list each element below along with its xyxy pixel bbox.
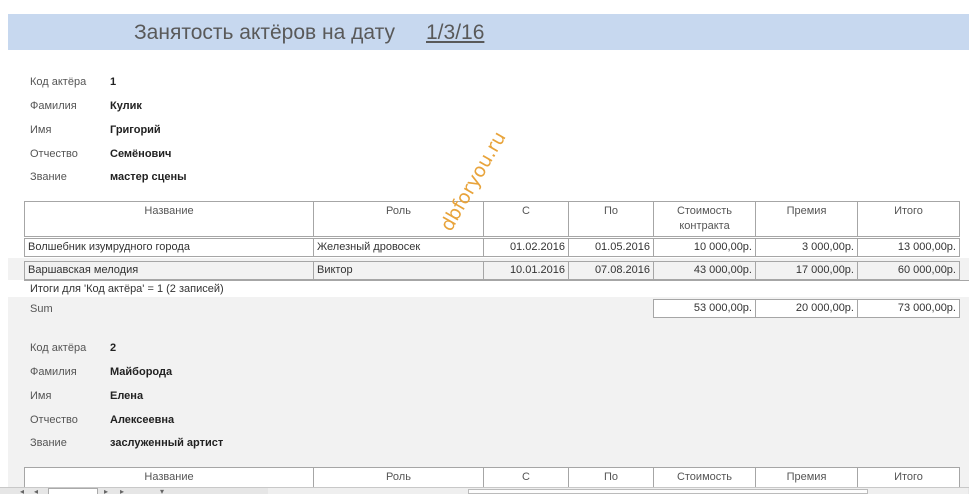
col-header-bonus: Премия [755, 201, 858, 237]
rank-value: заслуженный артист [110, 437, 224, 449]
col-header-total: Итого [857, 201, 960, 237]
sum-bonus: 20 000,00р. [755, 299, 858, 318]
table-cell-role: Железный дровосек [313, 238, 484, 257]
first-name-label: Имя [30, 390, 52, 402]
sum-total: 73 000,00р. [857, 299, 960, 318]
record-navigation-bar: ◂ ◂ ▸ ▸ ▾ [0, 487, 969, 494]
table-cell-cost: 43 000,00р. [653, 261, 756, 280]
rank-value: мастер сцены [110, 171, 187, 183]
rank-label: Звание [30, 171, 67, 183]
previous-record-icon[interactable]: ◂ [34, 488, 38, 494]
col-header-name: Название [24, 201, 314, 237]
sum-cost: 53 000,00р. [653, 299, 756, 318]
table-cell-from: 01.02.2016 [483, 238, 569, 257]
last-name-label: Фамилия [30, 100, 77, 112]
table-cell-bonus: 3 000,00р. [755, 238, 858, 257]
table-cell-name: Варшавская мелодия [24, 261, 314, 280]
actor1-code-row: Код актёра 1 [30, 76, 330, 92]
group-summary-text: Итоги для 'Код актёра' = 1 (2 записей) [30, 283, 224, 295]
table-cell-to: 01.05.2016 [568, 238, 654, 257]
actor1-patronymic-row: Отчество Семёнович [30, 148, 330, 164]
first-name-label: Имя [30, 124, 52, 136]
actor-code-value: 1 [110, 76, 117, 88]
col-header-name: Название [24, 467, 314, 489]
sum-label: Sum [30, 303, 53, 315]
actor2-rank-row: Звание заслуженный артист [30, 437, 330, 453]
table-cell-bonus: 17 000,00р. [755, 261, 858, 280]
table-cell-total: 13 000,00р. [857, 238, 960, 257]
actor2-firstname-row: Имя Елена [30, 390, 330, 406]
actor-code-label: Код актёра [30, 342, 87, 354]
col-header-to: По [568, 201, 654, 237]
actor-code-label: Код актёра [30, 76, 87, 88]
report-date: 1/3/16 [426, 21, 485, 44]
actor2-patronymic-row: Отчество Алексеевна [30, 414, 330, 430]
col-header-total: Итого [857, 467, 960, 489]
next-record-icon[interactable]: ▸ [104, 488, 108, 494]
patronymic-label: Отчество [30, 414, 78, 426]
col-header-cost: Стоимость [653, 467, 756, 489]
patronymic-label: Отчество [30, 148, 78, 160]
report-header: Занятость актёров на дату 1/3/16 [8, 14, 969, 50]
rank-label: Звание [30, 437, 67, 449]
table-cell-cost: 10 000,00р. [653, 238, 756, 257]
table-cell-role: Виктор [313, 261, 484, 280]
col-header-cost: Стоимость контракта [653, 201, 756, 237]
table-cell-from: 10.01.2016 [483, 261, 569, 280]
horizontal-scrollbar[interactable] [268, 488, 968, 494]
first-name-value: Елена [110, 390, 144, 402]
actor-code-value: 2 [110, 342, 117, 354]
actor1-rank-row: Звание мастер сцены [30, 171, 330, 187]
report-title: Занятость актёров на дату [134, 21, 395, 44]
actor2-lastname-row: Фамилия Майборода [30, 366, 330, 382]
last-record-icon[interactable]: ▸ [120, 488, 124, 494]
col-header-role: Роль [313, 467, 484, 489]
filter-icon[interactable]: ▾ [160, 488, 164, 494]
table-cell-to: 07.08.2016 [568, 261, 654, 280]
col-header-from: С [483, 467, 569, 489]
actor1-lastname-row: Фамилия Кулик [30, 100, 330, 116]
last-name-value: Кулик [110, 100, 142, 112]
col-header-to: По [568, 467, 654, 489]
last-name-label: Фамилия [30, 366, 77, 378]
table-cell-total: 60 000,00р. [857, 261, 960, 280]
record-number-input[interactable] [48, 488, 98, 494]
col-header-from: С [483, 201, 569, 237]
col-header-bonus: Премия [755, 467, 858, 489]
summary-divider [24, 280, 969, 281]
table-cell-name: Волшебник изумрудного города [24, 238, 314, 257]
patronymic-value: Семёнович [110, 148, 172, 160]
scrollbar-thumb[interactable] [468, 489, 868, 494]
actor1-firstname-row: Имя Григорий [30, 124, 330, 140]
actor2-code-row: Код актёра 2 [30, 342, 330, 358]
last-name-value: Майборода [110, 366, 173, 378]
first-name-value: Григорий [110, 124, 161, 136]
first-record-icon[interactable]: ◂ [20, 488, 24, 494]
patronymic-value: Алексеевна [110, 414, 175, 426]
